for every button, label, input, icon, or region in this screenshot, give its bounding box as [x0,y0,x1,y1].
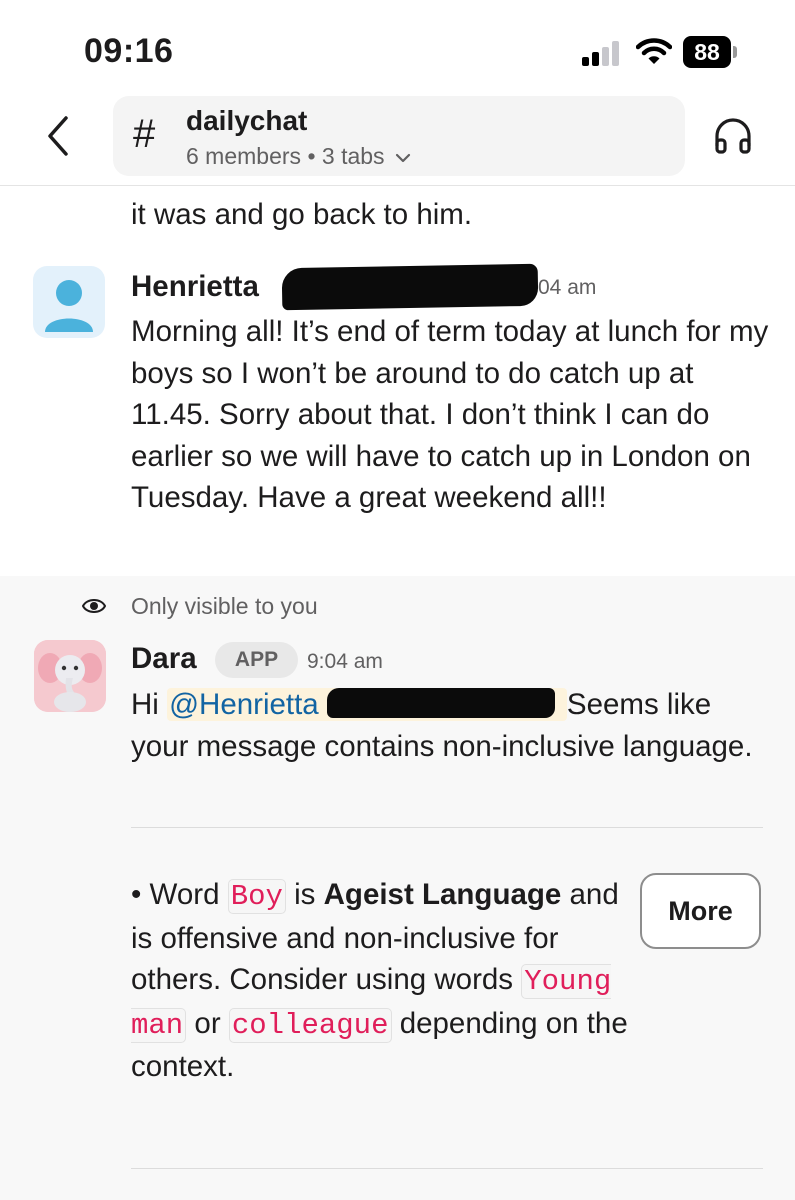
channel-name: dailychat [186,105,308,136]
tab-count: 3 tabs [321,143,385,169]
redaction-mark [281,263,539,311]
chevron-down-icon [395,153,411,163]
headphones-icon[interactable] [712,116,754,156]
divider [131,827,763,828]
meta-separator: • [307,143,316,169]
battery-icon: 88 [683,36,731,68]
language-category: Ageist Language [323,878,562,911]
hash-icon: # [133,112,156,156]
bot-message-body: Hi @Henrietta Seems like your message co… [131,684,771,767]
more-button[interactable]: More [640,873,761,949]
channel-info-button[interactable]: # dailychat 6 members • 3 tabs [113,96,685,176]
status-time: 09:16 [84,32,174,70]
redaction-mark [326,688,555,718]
sender-name[interactable]: Dara [131,642,197,676]
back-chevron-icon[interactable] [40,114,80,158]
avatar[interactable] [33,266,105,338]
channel-meta: 6 members • 3 tabs [186,143,411,170]
elephant-avatar-icon [34,640,106,712]
flagged-word: Boy [227,879,286,914]
user-mention[interactable]: @Henrietta [167,688,567,721]
or-text: or [194,1006,221,1040]
member-count: 6 members [186,143,302,169]
warning-block: • Word Boy is Ageist Language and is off… [131,874,631,1088]
wifi-icon [636,38,672,64]
mention-text: @Henrietta [169,688,319,721]
battery-nub [733,46,737,58]
greeting: Hi [131,688,159,721]
eye-icon [82,599,106,613]
suggestion-word: colleague [228,1007,392,1043]
bullet: • [131,878,142,911]
message-time: 04 am [538,276,597,299]
signal-icon [582,40,622,66]
user-avatar-icon [45,280,93,332]
message-time: 9:04 am [307,650,383,673]
word-prefix: Word [149,878,220,911]
channel-header: # dailychat 6 members • 3 tabs [0,96,795,186]
divider [131,1168,763,1169]
avatar[interactable] [34,640,106,712]
message-body: Morning all! It’s end of term today at l… [131,315,769,514]
only-visible-label: Only visible to you [131,593,318,619]
is-text: is [294,878,316,911]
app-badge: APP [215,642,298,678]
status-bar: 09:16 88 [0,0,795,96]
previous-message-tail: it was and go back to him. [131,198,473,231]
sender-name[interactable]: Henrietta [131,270,259,304]
